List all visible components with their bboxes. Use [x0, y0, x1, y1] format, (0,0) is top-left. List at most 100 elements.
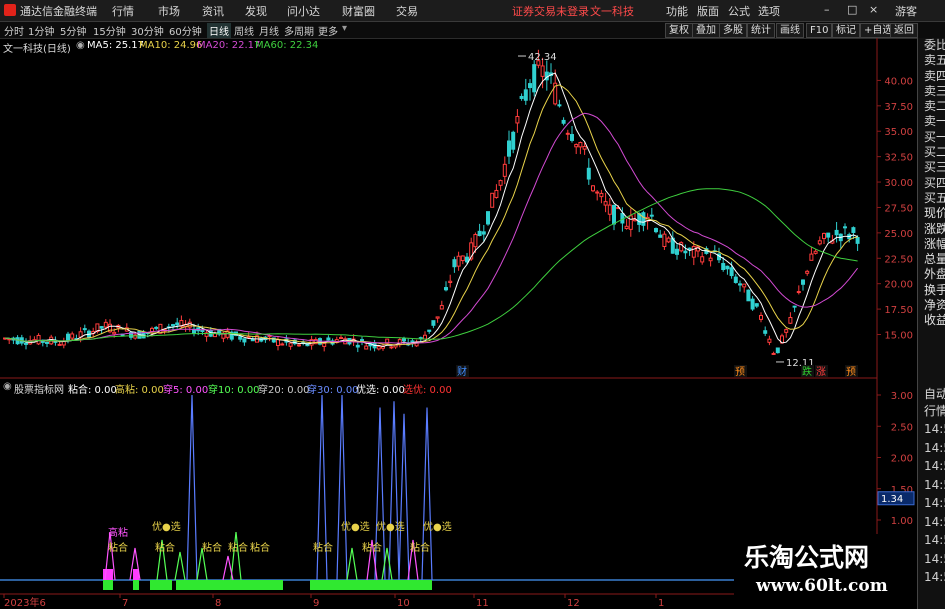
candle-body — [700, 256, 705, 263]
time-tick-label: 11 — [476, 598, 489, 609]
price-tick-label: 35.00 — [884, 127, 913, 138]
candle-body — [481, 231, 486, 235]
candle-body — [45, 341, 49, 344]
indicator-spike — [381, 547, 393, 581]
candle-body — [565, 132, 570, 135]
candle-body — [187, 321, 192, 328]
candle-body — [494, 189, 499, 198]
candle-body — [612, 204, 616, 225]
candle-body — [620, 212, 625, 224]
candle-body — [721, 263, 726, 270]
ind-chuan5: 穿5: 0.00 — [163, 385, 209, 396]
candle-body — [826, 232, 831, 238]
time-tick-label: 10 — [397, 598, 410, 609]
candle-body — [490, 192, 495, 208]
tick-time: 14:50 — [924, 477, 945, 492]
candle-body — [788, 316, 793, 324]
indicator-tick-label: 2.00 — [891, 454, 913, 465]
candle-body — [763, 330, 768, 334]
auto-quote-toggle[interactable]: 行情 — [921, 403, 945, 420]
ma5-line — [4, 72, 858, 348]
indicator-spike — [174, 551, 186, 581]
quote-field-label: 买二 — [924, 145, 945, 160]
candle-body — [557, 104, 562, 107]
ind-chuan10: 穿10: 0.00 — [208, 385, 260, 396]
quote-field-label: 换手 — [924, 282, 945, 297]
auto-quote-toggle[interactable]: 自动 — [921, 386, 945, 403]
candle-body — [649, 214, 654, 217]
candle-body — [99, 326, 104, 329]
indicator-spike — [336, 394, 348, 581]
price-tick-label: 17.50 — [884, 305, 913, 316]
candle-body — [792, 305, 797, 308]
candle-body — [586, 167, 591, 180]
candle-body — [822, 232, 826, 240]
ind-gaonian: 高粘: 0.00 — [115, 385, 164, 396]
candle-body — [809, 253, 814, 261]
candle-body — [754, 303, 759, 307]
tick-time: 14:50 — [924, 440, 945, 455]
candle-body — [456, 255, 461, 267]
quote-field-label: 净资 — [924, 298, 945, 313]
candle-body — [738, 283, 742, 286]
time-tick-label: 7 — [122, 598, 128, 609]
candle-body — [532, 64, 537, 93]
candle-body — [82, 328, 87, 331]
event-marker: 预 — [846, 366, 856, 378]
signal-label: 粘合 — [228, 541, 248, 554]
indicator-title[interactable]: 股票指标网 — [14, 381, 64, 396]
quote-field-label: 买三 — [924, 160, 945, 175]
candle-body — [675, 248, 679, 255]
signal-bar — [310, 580, 432, 590]
signal-label: 优●选 — [423, 520, 452, 533]
candle-body — [112, 331, 117, 335]
high-price-label: 42.34 — [528, 52, 557, 63]
candle-body — [523, 89, 528, 101]
candle-body — [801, 279, 805, 285]
ind-youxuan: 优选: 0.00 — [356, 385, 405, 396]
watermark-url: www.60lt.com — [756, 576, 888, 596]
candle-body — [742, 283, 747, 288]
candle-body — [502, 163, 507, 177]
signal-label: 优●选 — [376, 520, 405, 533]
price-tick-label: 30.00 — [884, 178, 913, 189]
ind-chuan20: 穿20: 0.00 — [258, 385, 310, 396]
tick-time: 14:50 — [924, 422, 945, 436]
signal-bar — [103, 580, 113, 590]
quote-field-label: 买四 — [924, 175, 945, 190]
ind-nianhe: 粘合: 0.00 — [68, 385, 117, 396]
candle-body — [435, 316, 440, 319]
candle-body — [796, 291, 801, 294]
candle-body — [654, 228, 658, 233]
signal-label: 粘合 — [202, 541, 222, 554]
candle-body — [746, 289, 751, 302]
signal-label: 粘合 — [362, 541, 382, 554]
candle-body — [280, 343, 285, 346]
candle-body — [103, 321, 108, 328]
candle-body — [238, 336, 243, 340]
candle-body — [355, 344, 360, 348]
ind-chuan30: 穿30: 0.00 — [307, 385, 359, 396]
candle-body — [288, 342, 293, 347]
quote-field-label: 卖三 — [924, 83, 945, 98]
candle-body — [486, 211, 490, 225]
candle-body — [427, 329, 432, 332]
candle-body — [528, 83, 532, 89]
candle-body — [570, 134, 574, 141]
candle-body — [540, 65, 545, 77]
indicator-settings-icon[interactable]: ◉ — [3, 381, 12, 392]
candle-body — [364, 345, 369, 350]
kline-chart[interactable]: 42.3412.11财预跌涨预 高粘粘合优●选粘合 粘合 粘合 粘合优●选粘合优●选粘… — [0, 0, 945, 609]
price-tick-label: 32.50 — [884, 153, 913, 164]
candle-body — [402, 338, 406, 342]
indicator-spike — [230, 531, 242, 581]
quote-field-label: 现价 — [924, 206, 945, 221]
candle-body — [423, 334, 427, 340]
candle-body — [326, 337, 331, 341]
candle-body — [784, 329, 789, 333]
candle-body — [578, 141, 583, 148]
candle-body — [498, 180, 503, 186]
quote-field-label: 收益 — [924, 313, 945, 328]
candle-body — [171, 324, 175, 327]
candle-body — [431, 320, 436, 326]
